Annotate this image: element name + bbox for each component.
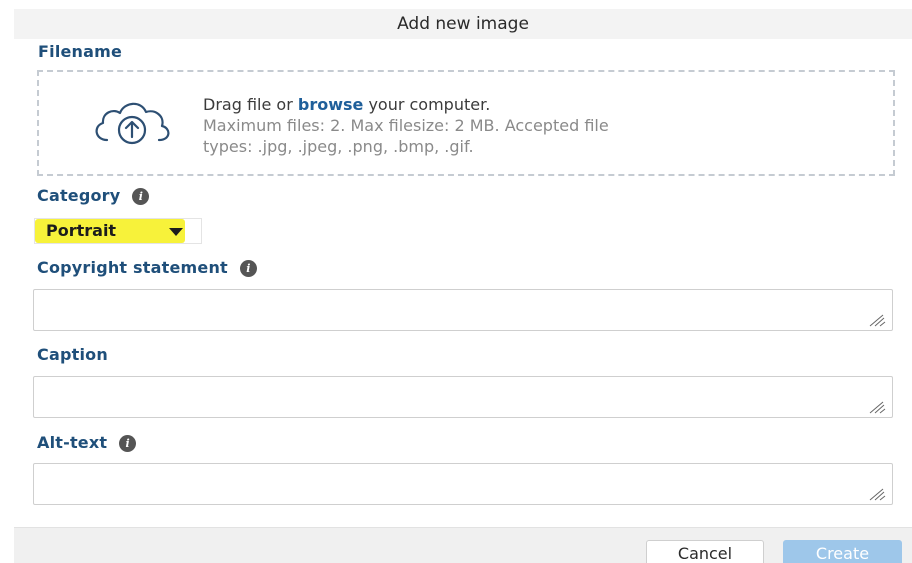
create-button[interactable]: Create (783, 540, 902, 563)
chevron-down-icon (169, 228, 183, 236)
copyright-textarea[interactable] (33, 289, 893, 331)
dropzone-hint-line1: Maximum files: 2. Max filesize: 2 MB. Ac… (203, 116, 609, 135)
category-info-icon[interactable]: i (132, 188, 150, 205)
dialog-title: Add new image (14, 9, 912, 39)
copyright-label: Copyright statement (37, 258, 228, 277)
copyright-info-icon[interactable]: i (239, 260, 257, 277)
resize-grip-icon[interactable] (866, 487, 886, 501)
dialog-footer (14, 527, 912, 563)
alt-text-textarea[interactable] (33, 463, 893, 505)
copyright-label-row: Copyright statement i (37, 258, 257, 277)
file-dropzone[interactable]: Drag file or browse your computer. Maxim… (37, 70, 895, 176)
caption-textarea[interactable] (33, 376, 893, 418)
alt-text-label: Alt-text (37, 433, 108, 452)
cancel-button[interactable]: Cancel (646, 540, 764, 563)
category-label: Category (37, 186, 121, 205)
cloud-upload-icon (95, 102, 170, 145)
category-select[interactable]: Portrait (34, 218, 202, 244)
category-selected-value: Portrait (46, 221, 117, 240)
alt-text-label-row: Alt-text i (37, 433, 137, 452)
caption-label: Caption (37, 345, 108, 364)
dropzone-text: Drag file or browse your computer. Maxim… (203, 94, 843, 157)
dropzone-prefix: Drag file or (203, 95, 298, 114)
add-image-dialog: Add new image Filename Drag file or brow… (0, 0, 912, 563)
browse-link[interactable]: browse (298, 95, 364, 114)
resize-grip-icon[interactable] (866, 313, 886, 327)
category-label-row: Category i (37, 186, 150, 205)
filename-label: Filename (38, 42, 123, 61)
resize-grip-icon[interactable] (866, 400, 886, 414)
dropzone-hint-line2: types: .jpg, .jpeg, .png, .bmp, .gif. (203, 137, 474, 156)
dropzone-suffix: your computer. (363, 95, 491, 114)
alt-text-info-icon[interactable]: i (119, 435, 137, 452)
